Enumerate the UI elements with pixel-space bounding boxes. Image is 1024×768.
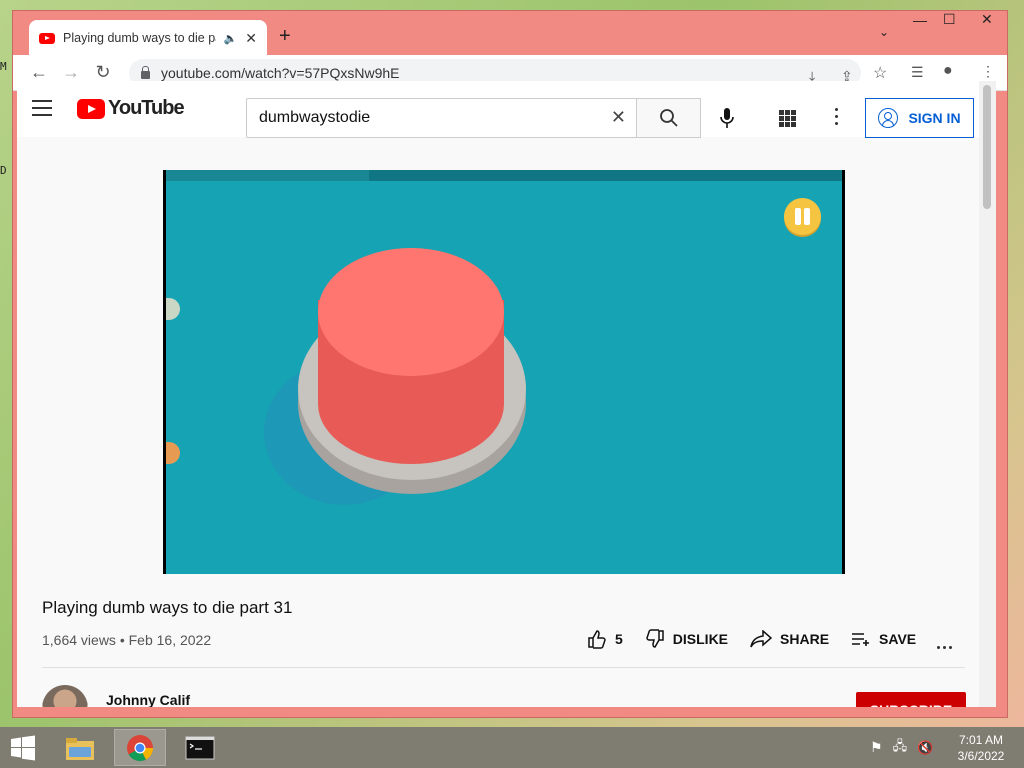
minimize-button[interactable]: — xyxy=(913,12,927,28)
hamburger-menu-icon[interactable] xyxy=(32,100,52,116)
clock-time: 7:01 AM xyxy=(958,733,1004,747)
search-icon xyxy=(659,109,678,127)
big-red-button[interactable] xyxy=(318,248,504,376)
video-actions: 5 DISLIKE SHARE SAVE xyxy=(587,629,938,649)
video-player[interactable] xyxy=(163,170,845,574)
more-actions-icon[interactable] xyxy=(937,636,955,654)
dislike-label: DISLIKE xyxy=(672,631,729,647)
tab-strip: Playing dumb ways to die pa 🔈 ✕ + ⌄ — ☐ … xyxy=(13,11,1007,56)
account-icon xyxy=(878,108,899,128)
taskbar-chrome[interactable] xyxy=(114,729,166,766)
sign-in-button[interactable]: SIGN IN xyxy=(865,98,974,138)
apps-grid-icon[interactable] xyxy=(779,110,796,127)
youtube-logo[interactable]: YouTube xyxy=(77,97,185,120)
game-pause-icon[interactable] xyxy=(784,198,821,235)
maximize-button[interactable]: ☐ xyxy=(943,11,956,28)
share-label: SHARE xyxy=(780,631,830,647)
page-scrollbar[interactable] xyxy=(979,81,996,707)
thumbs-up-icon xyxy=(588,630,606,649)
taskbar: ⚑ 🖧 🔇 7:01 AM 3/6/2022 xyxy=(0,727,1024,768)
video-title: Playing dumb ways to die part 31 xyxy=(42,598,293,617)
taskbar-file-explorer[interactable] xyxy=(54,729,106,766)
lock-icon[interactable] xyxy=(141,65,150,79)
taskbar-command-prompt[interactable] xyxy=(174,729,226,766)
youtube-page: YouTube dumbwaystodie ✕ SIGN IN Playing … xyxy=(17,81,979,707)
browser-tab[interactable]: Playing dumb ways to die pa 🔈 ✕ xyxy=(29,20,267,56)
side-object-icon xyxy=(166,298,180,320)
divider xyxy=(42,667,965,668)
share-button[interactable]: SHARE xyxy=(750,630,829,648)
save-button[interactable]: SAVE xyxy=(851,631,916,647)
youtube-play-logo-icon xyxy=(77,98,105,119)
voice-search-icon[interactable] xyxy=(719,107,735,129)
desktop-icon-label-d: D xyxy=(0,164,7,177)
search-button[interactable] xyxy=(637,98,701,138)
volume-muted-icon[interactable]: 🔇 xyxy=(917,740,933,756)
dislike-button[interactable]: DISLIKE xyxy=(645,629,728,649)
url-text: youtube.com/watch?v=57PQxsNw9hE xyxy=(161,65,400,81)
search-input[interactable]: dumbwaystodie ✕ xyxy=(246,98,637,138)
sign-in-label: SIGN IN xyxy=(908,110,961,126)
youtube-header: YouTube dumbwaystodie ✕ SIGN IN xyxy=(17,81,979,138)
audio-playing-icon[interactable]: 🔈 xyxy=(224,32,238,45)
desktop-icon-label-m: M xyxy=(0,60,7,73)
share-arrow-icon xyxy=(750,630,773,648)
game-progress-fill xyxy=(166,170,369,181)
playlist-add-icon xyxy=(852,633,870,646)
reading-list-icon[interactable]: ☰ xyxy=(911,64,924,81)
chrome-icon xyxy=(127,734,154,761)
command-prompt-icon xyxy=(185,736,215,759)
windows-logo-icon xyxy=(11,735,35,760)
close-tab-icon[interactable]: ✕ xyxy=(245,30,257,47)
like-button[interactable]: 5 xyxy=(587,629,623,649)
start-button[interactable] xyxy=(0,727,46,768)
system-tray: ⚑ 🖧 🔇 xyxy=(870,727,933,768)
youtube-wordmark: YouTube xyxy=(108,97,185,119)
action-center-flag-icon[interactable]: ⚑ xyxy=(870,739,883,756)
channel-avatar[interactable] xyxy=(42,685,88,707)
game-progress-bar xyxy=(166,170,842,181)
browser-menu-icon[interactable]: ⋮ xyxy=(981,63,995,80)
search-query: dumbwaystodie xyxy=(259,109,371,126)
video-meta: 1,664 views • Feb 16, 2022 xyxy=(42,632,212,648)
youtube-favicon-icon xyxy=(39,32,55,44)
taskbar-clock[interactable]: 7:01 AM 3/6/2022 xyxy=(951,732,1011,764)
forward-button[interactable]: → xyxy=(55,62,87,83)
scrollbar-thumb[interactable] xyxy=(983,85,991,209)
tab-title: Playing dumb ways to die pa xyxy=(63,31,216,45)
like-count: 5 xyxy=(615,631,623,647)
clock-date: 3/6/2022 xyxy=(957,749,1005,763)
game-scene xyxy=(166,170,842,574)
profile-avatar-icon[interactable]: ● xyxy=(943,62,953,80)
network-icon[interactable]: 🖧 xyxy=(893,737,908,759)
reload-button[interactable]: ↻ xyxy=(87,62,119,83)
side-object-icon xyxy=(166,442,180,464)
tab-search-icon[interactable]: ⌄ xyxy=(879,25,889,39)
clear-search-icon[interactable]: ✕ xyxy=(611,107,626,128)
bookmark-star-icon[interactable]: ☆ xyxy=(873,63,887,83)
channel-name[interactable]: Johnny Calif xyxy=(106,692,190,707)
save-label: SAVE xyxy=(879,631,917,647)
file-explorer-icon xyxy=(66,737,94,760)
thumbs-down-icon xyxy=(646,629,664,648)
settings-more-icon[interactable] xyxy=(835,108,839,129)
back-button[interactable]: ← xyxy=(23,62,55,83)
subscribe-button[interactable]: SUBSCRIBE xyxy=(856,692,966,707)
close-window-button[interactable]: ✕ xyxy=(981,11,993,28)
new-tab-button[interactable]: + xyxy=(279,25,291,48)
